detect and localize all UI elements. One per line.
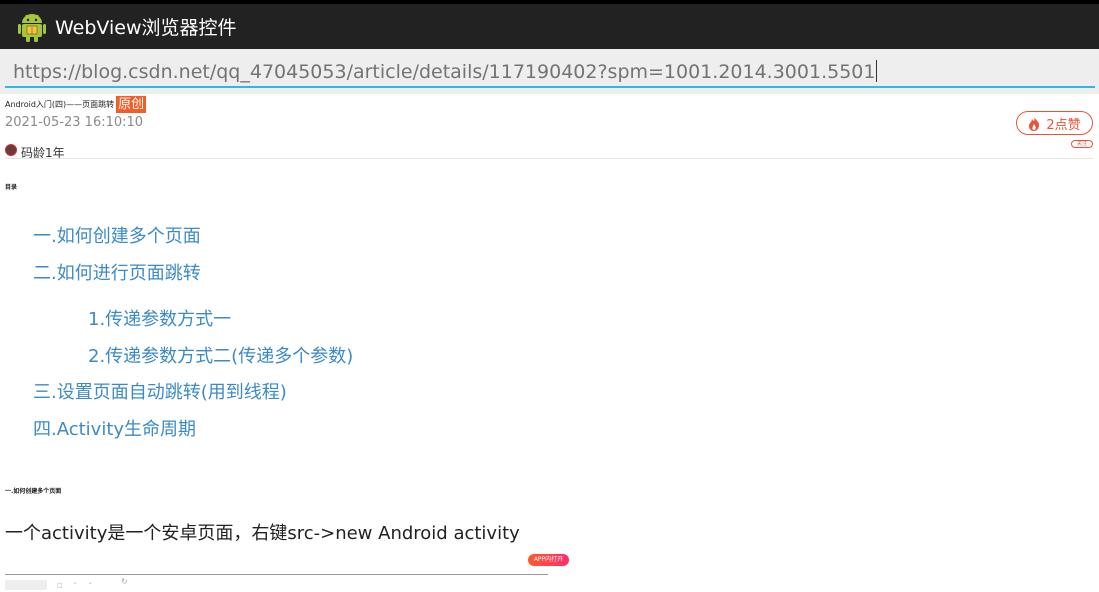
app-title: WebView浏览器控件: [55, 17, 237, 39]
action-bar: WebView浏览器控件: [0, 4, 1099, 49]
url-text: https://blog.csdn.net/qq_47045053/articl…: [13, 61, 876, 83]
app-open-button[interactable]: APP内打开: [528, 554, 569, 566]
divider: [5, 158, 1093, 159]
article-title: Android入门(四)——页面跳转: [5, 100, 115, 109]
up-arrow-icon: ⌃: [87, 581, 93, 589]
square-icon: □: [57, 581, 63, 589]
toc-link[interactable]: 2.传递参数方式二(传递多个参数): [88, 342, 353, 368]
toc-link[interactable]: 一.如何创建多个页面: [33, 222, 201, 248]
like-label: 2点赞: [1046, 117, 1081, 133]
follow-button[interactable]: 关注: [1071, 140, 1093, 148]
toolbar-box: [5, 580, 47, 590]
article-title-row: Android入门(四)——页面跳转 原创: [5, 96, 147, 113]
section-heading: 一.如何创建多个页面: [5, 488, 62, 495]
original-badge: 原创: [116, 96, 147, 113]
avatar[interactable]: [5, 143, 17, 156]
like-button[interactable]: 2点赞: [1016, 111, 1093, 135]
article-paragraph: 一个activity是一个安卓页面，右键src->new Android act…: [5, 523, 520, 544]
web-content[interactable]: Android入门(四)——页面跳转 原创 2021-05-23 16:10:1…: [0, 94, 1099, 592]
toc-link[interactable]: 四.Activity生命周期: [33, 415, 196, 441]
text-caret: [876, 60, 878, 82]
url-text-wrapper[interactable]: https://blog.csdn.net/qq_47045053/articl…: [13, 60, 878, 83]
toc-link[interactable]: 二.如何进行页面跳转: [33, 259, 201, 285]
toc-link[interactable]: 三.设置页面自动跳转(用到线程): [33, 378, 287, 404]
toc-link[interactable]: 1.传递参数方式一: [88, 305, 231, 331]
up-arrow-icon: ⌃: [72, 581, 78, 589]
url-bar: https://blog.csdn.net/qq_47045053/articl…: [0, 49, 1099, 94]
refresh-icon: ↻: [121, 577, 128, 586]
image-toolbar: □ ⌃ ⌃: [5, 580, 93, 590]
toc-heading: 目录: [5, 184, 18, 191]
article-date: 2021-05-23 16:10:10: [5, 115, 144, 130]
android-icon: [17, 12, 47, 42]
fire-icon: [1029, 115, 1040, 131]
image-frame-line: [5, 574, 548, 575]
